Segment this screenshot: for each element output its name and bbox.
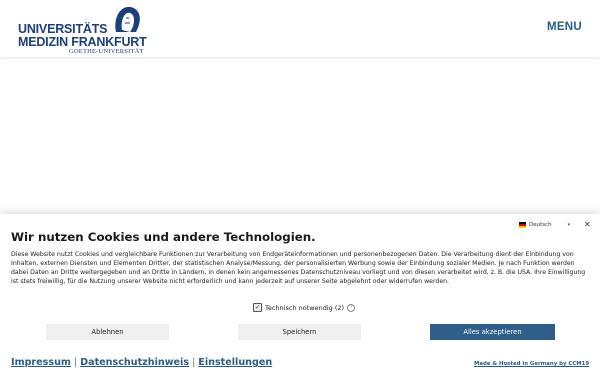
accept-all-button[interactable]: Alles akzeptieren bbox=[430, 324, 555, 340]
chevron-down-icon: ▾ bbox=[567, 222, 571, 228]
logo-text-line1: UNIVERSITÄTS bbox=[18, 22, 108, 36]
cookie-banner-title: Wir nutzen Cookies und andere Technologi… bbox=[11, 230, 316, 244]
logo-text-line3: GOETHE-UNIVERSITÄT bbox=[69, 48, 144, 55]
site-header: UNIVERSITÄTS MEDIZIN FRANKFURT GOETHE-UN… bbox=[0, 0, 600, 57]
close-icon[interactable]: ✕ bbox=[584, 220, 591, 230]
technical-cookies-label: Technisch notwendig (2) bbox=[265, 303, 345, 312]
footer-links: Impressum | Datenschutzhinweis | Einstel… bbox=[11, 357, 272, 368]
menu-button[interactable]: MENU bbox=[547, 21, 582, 33]
goethe-portrait-icon bbox=[115, 6, 140, 32]
german-flag-icon bbox=[519, 222, 526, 228]
imprint-link[interactable]: Impressum bbox=[11, 357, 71, 368]
technical-cookies-checkbox-row[interactable]: ✓ Technisch notwendig (2) ? bbox=[253, 303, 356, 312]
cookie-banner: Deutsch ▾ ✕ Wir nutzen Cookies und ander… bbox=[0, 214, 600, 375]
link-separator: | bbox=[192, 357, 196, 368]
reject-button[interactable]: Ablehnen bbox=[46, 324, 169, 340]
hosted-by-link[interactable]: Made & Hosted in Germany by CCM19 bbox=[474, 361, 589, 367]
settings-link[interactable]: Einstellungen bbox=[198, 357, 272, 368]
language-label: Deutsch bbox=[529, 222, 552, 228]
technical-cookies-checkbox[interactable]: ✓ bbox=[253, 303, 262, 312]
link-separator: | bbox=[73, 357, 78, 368]
language-selector[interactable]: Deutsch ▾ bbox=[519, 220, 570, 230]
help-icon[interactable]: ? bbox=[347, 303, 356, 312]
cookie-banner-text: Diese Website nutzt Cookies und vergleic… bbox=[11, 251, 586, 285]
site-logo[interactable]: UNIVERSITÄTS MEDIZIN FRANKFURT GOETHE-UN… bbox=[18, 4, 147, 55]
logo-text-line2: MEDIZIN FRANKFURT bbox=[18, 35, 147, 49]
privacy-link[interactable]: Datenschutzhinweis bbox=[80, 357, 189, 368]
save-button[interactable]: Speichern bbox=[238, 324, 361, 340]
